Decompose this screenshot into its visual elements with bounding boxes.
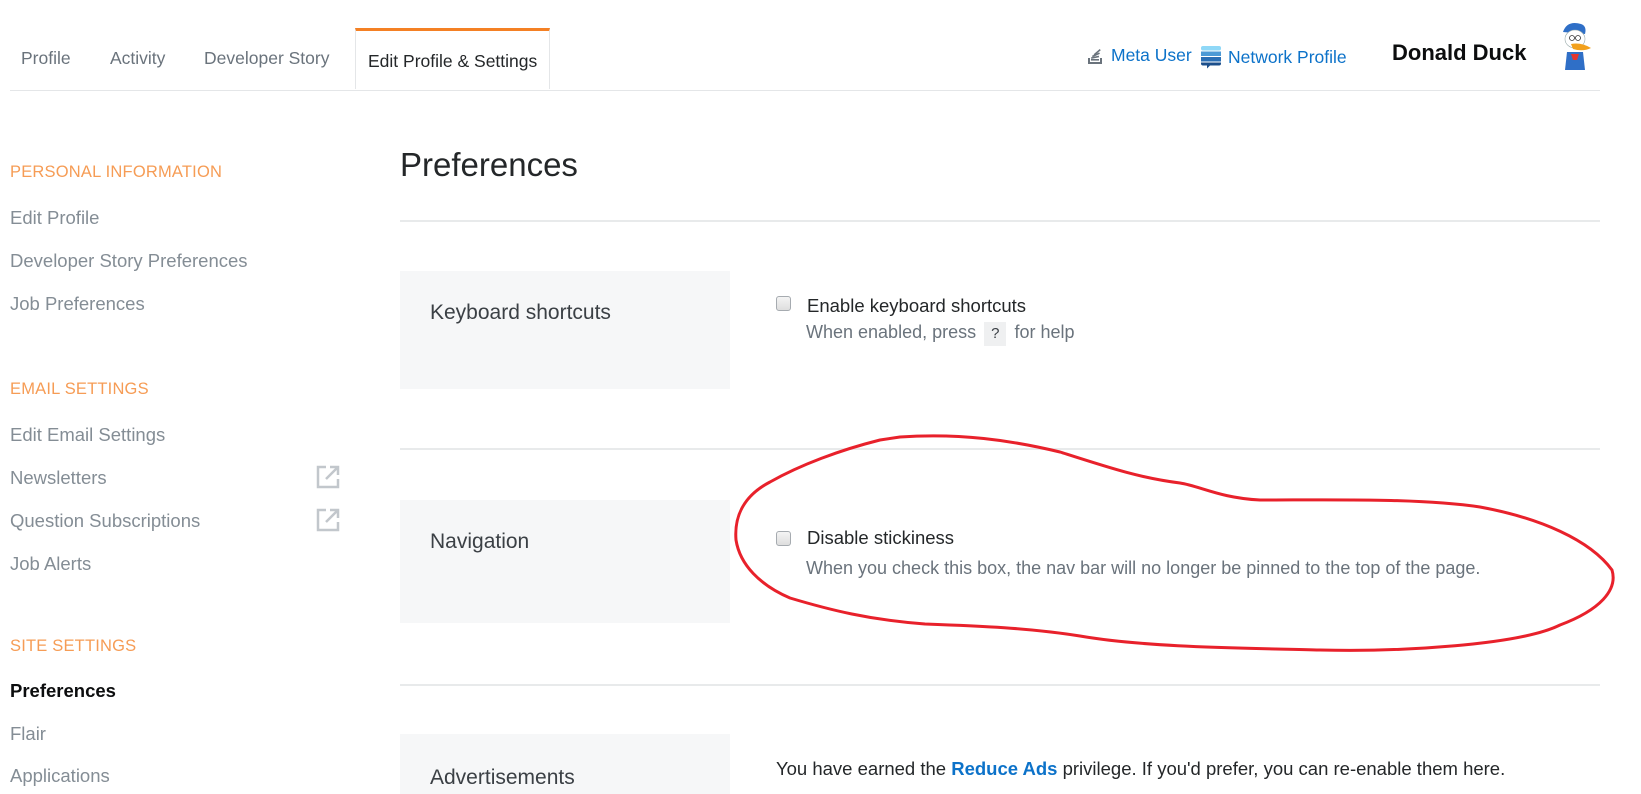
ads-text-before: You have earned the xyxy=(776,758,947,779)
disable-stickiness-label[interactable]: Disable stickiness xyxy=(807,527,954,549)
profile-header: Profile Activity Developer Story Edit Pr… xyxy=(10,0,1600,91)
sidebar-item-question-subscriptions[interactable]: Question Subscriptions xyxy=(10,510,200,532)
network-profile-link[interactable]: Network Profile xyxy=(1200,45,1347,69)
tab-activity[interactable]: Activity xyxy=(110,48,165,69)
sidebar-item-edit-profile[interactable]: Edit Profile xyxy=(10,207,99,229)
section-heading-personal-information: PERSONAL INFORMATION xyxy=(10,163,223,181)
desc-text: When enabled, press xyxy=(806,322,977,342)
reduce-ads-link[interactable]: Reduce Ads xyxy=(951,758,1057,779)
sidebar-item-edit-email-settings[interactable]: Edit Email Settings xyxy=(10,424,165,446)
sidebar-item-preferences[interactable]: Preferences xyxy=(10,680,116,702)
divider xyxy=(400,684,1600,686)
divider xyxy=(400,220,1600,222)
external-link-icon[interactable] xyxy=(315,507,341,533)
disable-stickiness-description: When you check this box, the nav bar wil… xyxy=(806,558,1481,578)
section-label: Keyboard shortcuts xyxy=(430,301,611,324)
section-heading-email-settings: EMAIL SETTINGS xyxy=(10,380,149,398)
section-card-navigation: Navigation xyxy=(400,500,730,623)
red-annotation-ellipse xyxy=(734,434,1615,652)
sidebar-item-developer-story-preferences[interactable]: Developer Story Preferences xyxy=(10,250,248,272)
user-avatar[interactable] xyxy=(1555,20,1595,72)
section-card-keyboard-shortcuts: Keyboard shortcuts xyxy=(400,271,730,389)
external-link-icon[interactable] xyxy=(315,464,341,490)
disable-stickiness-checkbox[interactable] xyxy=(776,531,791,546)
section-label: Advertisements xyxy=(430,766,575,789)
tab-edit-profile-settings[interactable]: Edit Profile & Settings xyxy=(355,28,551,89)
divider xyxy=(400,448,1600,450)
sidebar-item-job-preferences[interactable]: Job Preferences xyxy=(10,293,145,315)
meta-user-link[interactable]: Meta User xyxy=(1085,45,1192,66)
user-display-name: Donald Duck xyxy=(1392,40,1527,65)
enable-keyboard-shortcuts-checkbox[interactable] xyxy=(776,296,791,311)
section-heading-site-settings: SITE SETTINGS xyxy=(10,637,137,655)
tab-profile[interactable]: Profile xyxy=(21,48,71,69)
stack-exchange-meta-icon xyxy=(1088,48,1102,64)
enable-keyboard-shortcuts-label[interactable]: Enable keyboard shortcuts xyxy=(807,295,1026,317)
page-title: Preferences xyxy=(400,146,578,183)
sidebar-item-flair[interactable]: Flair xyxy=(10,723,46,745)
sidebar-item-job-alerts[interactable]: Job Alerts xyxy=(10,553,91,575)
keyboard-shortcuts-description: When enabled, press ? for help xyxy=(806,322,1075,346)
tab-developer-story[interactable]: Developer Story xyxy=(204,48,329,69)
network-profile-label: Network Profile xyxy=(1228,46,1347,67)
section-card-advertisements: Advertisements xyxy=(400,734,730,794)
advertisements-description: You have earned the Reduce Ads privilege… xyxy=(776,758,1505,780)
help-key: ? xyxy=(984,322,1007,346)
section-label: Navigation xyxy=(430,530,530,553)
sidebar-item-newsletters[interactable]: Newsletters xyxy=(10,467,107,489)
stack-exchange-network-icon xyxy=(1201,46,1221,69)
ads-text-after: privilege. If you'd prefer, you can re-e… xyxy=(1062,758,1506,779)
meta-user-label: Meta User xyxy=(1111,45,1192,65)
sidebar-item-applications[interactable]: Applications xyxy=(10,765,110,787)
desc-text: for help xyxy=(1014,322,1075,342)
